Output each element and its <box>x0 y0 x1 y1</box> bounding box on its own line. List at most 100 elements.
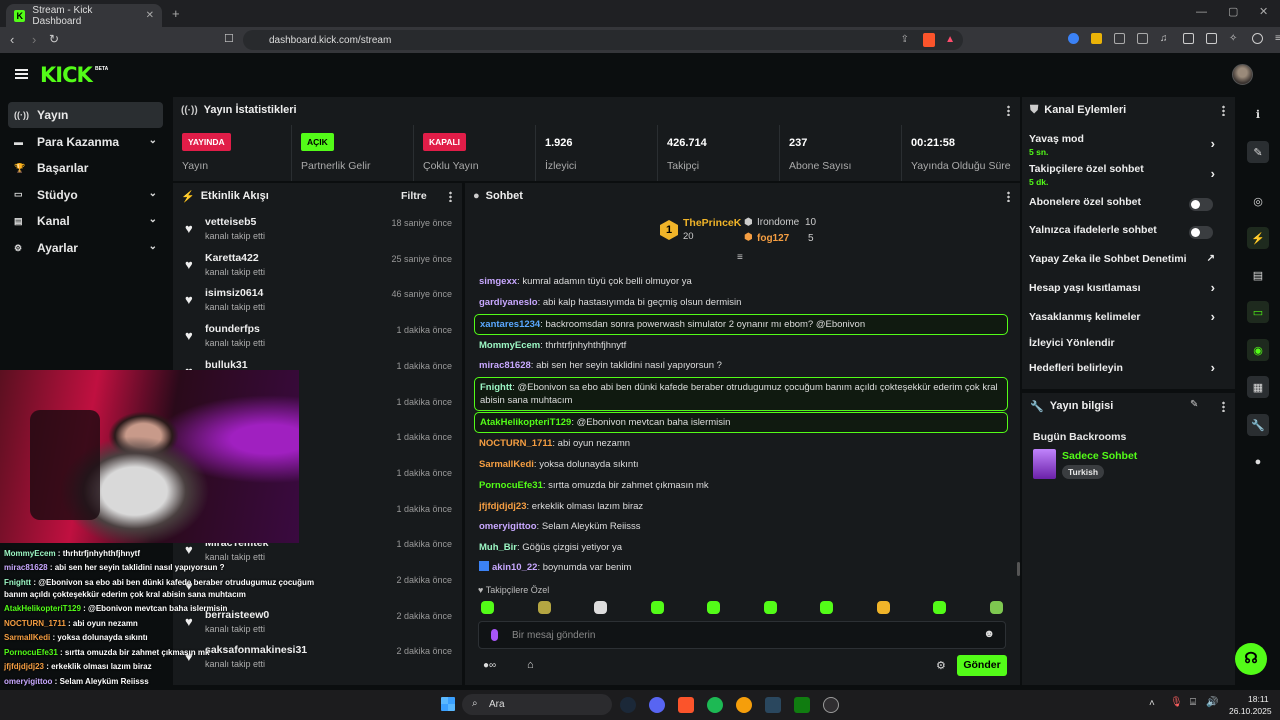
stats-menu-icon[interactable] <box>1007 105 1010 116</box>
rewards-icon[interactable]: ▲ <box>945 34 955 45</box>
steam2-icon[interactable] <box>765 697 781 713</box>
forward-icon[interactable]: › <box>32 32 36 47</box>
emote-icon[interactable] <box>594 601 607 614</box>
brave-icon[interactable] <box>678 697 694 713</box>
tray-chevron-icon[interactable]: ˄ <box>1149 698 1155 709</box>
kick-logo[interactable]: KICK <box>40 63 93 87</box>
extension-icon[interactable] <box>1091 33 1102 44</box>
wrench-icon[interactable]: 🔧 <box>1247 414 1269 436</box>
obs-icon[interactable] <box>823 697 839 713</box>
chat-username[interactable]: NOCTURN_1711 <box>479 438 552 449</box>
users-icon[interactable]: ●∞ <box>483 660 496 671</box>
chat-scrollbar[interactable] <box>1017 562 1020 576</box>
channel-action[interactable]: Yalnızca ifadelerle sohbet <box>1029 224 1229 246</box>
chat-username[interactable]: Fnightt <box>480 382 512 393</box>
activity-item[interactable]: ♥ isimsiz0614 kanalı takip etti 46 saniye ö… <box>177 285 460 319</box>
chat-username[interactable]: AtakHelikopteriT129 <box>480 417 571 428</box>
channel-action[interactable]: Takipçilere özel sohbet 5 dk. › <box>1029 163 1229 187</box>
minimize-icon[interactable]: — <box>1196 6 1207 18</box>
channel-action[interactable]: Yapay Zeka ile Sohbet Denetimi ↗ <box>1029 253 1229 275</box>
third-user[interactable]: fog127 <box>757 233 789 244</box>
extension-icon[interactable] <box>1137 33 1148 44</box>
emote-icon[interactable] <box>876 601 890 614</box>
address-bar[interactable]: dashboard.kick.com/stream ⇪ ▲ <box>243 30 963 50</box>
follower-name[interactable]: bulluk31 <box>205 359 248 371</box>
discord-icon[interactable] <box>649 697 665 713</box>
back-icon[interactable]: ‹ <box>10 32 14 47</box>
nav-item-2[interactable]: 🏆 Başarılar <box>8 155 163 181</box>
send-button[interactable]: Gönder <box>957 655 1007 676</box>
category-thumbnail[interactable] <box>1033 449 1056 479</box>
new-tab-button[interactable]: + <box>172 6 180 21</box>
brave-shield-icon[interactable] <box>923 33 935 47</box>
document-icon[interactable]: ▤ <box>1247 264 1269 286</box>
bolt-icon[interactable]: ⚡ <box>1247 227 1269 249</box>
settings-icon[interactable]: ⚙ <box>936 659 946 672</box>
chat-username[interactable]: PornocuEfe31 <box>479 480 543 491</box>
steam-icon[interactable] <box>620 697 636 713</box>
restore-icon[interactable]: ▢ <box>1228 5 1238 18</box>
app-icon[interactable] <box>736 697 752 713</box>
chat-username[interactable]: MommyEcem <box>479 340 540 351</box>
reload-icon[interactable]: ↻ <box>49 32 59 46</box>
leo-icon[interactable]: ✧ <box>1229 33 1240 44</box>
extension-icon[interactable] <box>1068 33 1079 44</box>
channel-action[interactable]: Yavaş mod 5 sn. › <box>1029 133 1229 157</box>
mic-tray-icon[interactable]: 🎙 <box>1170 697 1183 708</box>
follower-name[interactable]: saksafonmakinesi31 <box>205 644 307 656</box>
tab-close-icon[interactable]: ✕ <box>146 10 154 21</box>
stream-info-menu-icon[interactable] <box>1222 401 1225 412</box>
follower-name[interactable]: Karetta422 <box>205 252 259 264</box>
filter-button[interactable]: Filtre <box>401 190 427 202</box>
activity-item[interactable]: ♥ founderfps kanalı takip etti 1 dakika önc… <box>177 321 460 355</box>
nav-item-1[interactable]: ▬ Para Kazanma ⌄ <box>8 129 163 155</box>
channel-action[interactable]: Yasaklanmış kelimeler › <box>1029 309 1229 333</box>
user-avatar[interactable] <box>1232 64 1253 85</box>
network-icon[interactable]: ⌸ <box>1190 697 1196 708</box>
mic-icon[interactable] <box>491 629 498 641</box>
extension-icon[interactable] <box>1114 33 1125 44</box>
chat-username[interactable]: simgexx <box>479 276 517 287</box>
toggle-switch[interactable] <box>1189 198 1213 211</box>
menu-icon[interactable]: ≡ <box>1275 33 1280 44</box>
emote-icon[interactable] <box>989 601 1003 614</box>
chat-username[interactable]: gardiyaneslo <box>479 297 538 308</box>
activity-item[interactable]: ♥ vetteiseb5 kanalı takip etti 18 saniye ön… <box>177 214 460 248</box>
chat-input[interactable]: Bir mesaj gönderin ☻ <box>478 621 1006 649</box>
channel-action[interactable]: Abonelere özel sohbet <box>1029 196 1229 218</box>
sidebar-icon[interactable] <box>1183 33 1194 44</box>
chat-username[interactable]: jfjfdjdjdj23 <box>479 501 527 512</box>
vpn-icon[interactable] <box>1252 33 1263 44</box>
nav-item-3[interactable]: ▭ Stüdyo ⌄ <box>8 182 163 208</box>
window-close-icon[interactable]: ✕ <box>1259 5 1268 18</box>
users-icon[interactable]: ● <box>1247 451 1269 473</box>
nav-item-4[interactable]: ▤ Kanal ⌄ <box>8 208 163 234</box>
emote-icon[interactable] <box>707 601 720 614</box>
follower-name[interactable]: founderfps <box>205 323 260 335</box>
category-name[interactable]: Sadece Sohbet <box>1062 450 1137 462</box>
activity-menu-icon[interactable] <box>449 191 452 202</box>
browser-tab[interactable]: K Stream - Kick Dashboard ✕ <box>6 4 162 27</box>
channel-action[interactable]: İzleyici Yönlendir <box>1029 337 1229 359</box>
second-user[interactable]: Irondome <box>757 217 799 228</box>
pencil-icon[interactable]: ✎ <box>1247 141 1269 163</box>
edit-icon[interactable]: ✎ <box>1190 399 1198 410</box>
follower-name[interactable]: vetteiseb5 <box>205 216 256 228</box>
music-icon[interactable]: ♫ <box>1160 33 1171 44</box>
chat-username[interactable]: SarmallKedi <box>479 459 534 470</box>
emote-icon[interactable] <box>650 601 664 614</box>
emote-icon[interactable] <box>820 601 833 614</box>
clock-time[interactable]: 18:11 <box>1248 694 1269 704</box>
volume-icon[interactable]: 🔊 <box>1206 697 1218 708</box>
xbox-icon[interactable] <box>794 697 810 713</box>
store-icon[interactable]: ⌂ <box>527 659 534 671</box>
activity-item[interactable]: ♥ 2 dakika önce <box>177 571 460 605</box>
chat-username[interactable]: xantares1234 <box>480 319 540 330</box>
broadcast-icon[interactable]: ◉ <box>1247 339 1269 361</box>
chat-username[interactable]: Muh_Bir <box>479 542 517 553</box>
channel-actions-menu-icon[interactable] <box>1222 105 1225 116</box>
hamburger-icon[interactable] <box>15 69 28 79</box>
chat-menu-icon[interactable] <box>1007 191 1010 202</box>
channel-action[interactable]: Hesap yaşı kısıtlaması › <box>1029 280 1229 304</box>
toggle-switch[interactable] <box>1189 226 1213 239</box>
